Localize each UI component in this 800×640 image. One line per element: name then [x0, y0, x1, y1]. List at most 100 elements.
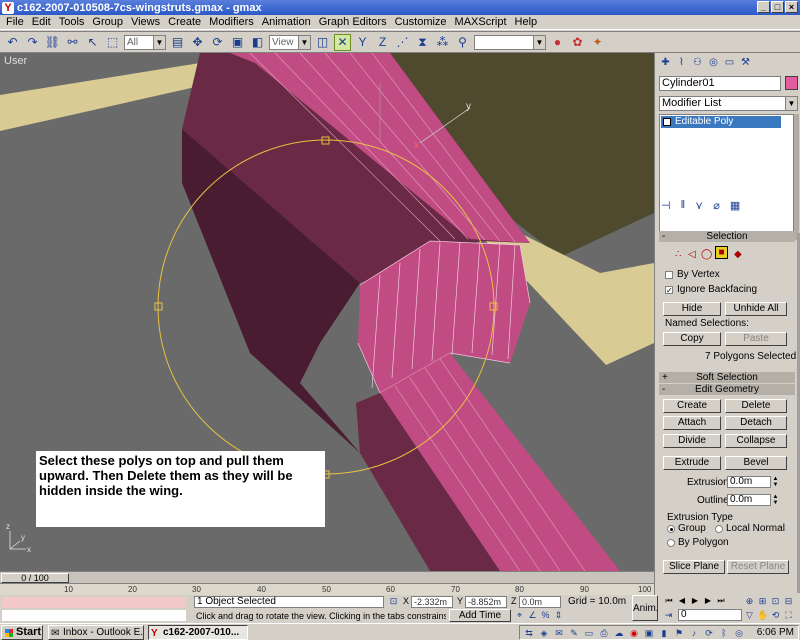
extrude-button[interactable]: Extrude	[663, 456, 721, 470]
select-link-icon[interactable]: ⛓	[44, 34, 61, 51]
slice-plane-button[interactable]: Slice Plane	[663, 560, 725, 574]
motion-tab-icon[interactable]: ◎	[707, 56, 720, 69]
tray-globe-icon[interactable]: ◎	[733, 627, 745, 639]
material-editor-icon[interactable]: ●	[549, 34, 566, 51]
z-coord-field[interactable]: 0.0m	[519, 596, 561, 608]
scale-icon[interactable]: ▣	[229, 34, 246, 51]
snap-toggle-icon[interactable]: ⌖	[514, 610, 525, 621]
select-region-icon[interactable]: ⬚	[104, 34, 121, 51]
by-vertex-checkbox[interactable]	[665, 271, 673, 279]
maxscript-listener-output[interactable]	[2, 597, 186, 608]
y-coord-field[interactable]: -8.852m	[465, 596, 507, 608]
percent-snap-icon[interactable]: %	[540, 610, 551, 621]
menu-modifiers[interactable]: Modifiers	[205, 16, 258, 28]
viewport-user[interactable]: y x z x y User Select these polys on top…	[0, 53, 654, 571]
tray-security-icon[interactable]: ⚑	[673, 627, 685, 639]
stack-scrollbar[interactable]	[794, 114, 799, 240]
object-name-field[interactable]: Cylinder01	[659, 76, 781, 91]
menu-views[interactable]: Views	[127, 16, 164, 28]
add-time-tag-button[interactable]: Add Time Tag	[449, 609, 511, 633]
maxscript-listener-input[interactable]	[2, 610, 186, 621]
configure-sets-icon[interactable]: ▦	[730, 199, 740, 212]
menu-tools[interactable]: Tools	[55, 16, 89, 28]
copy-button[interactable]: Copy	[663, 332, 721, 346]
play-icon[interactable]: ▶	[689, 595, 701, 607]
goto-start-icon[interactable]: ⏮	[663, 595, 675, 607]
attach-button[interactable]: Attach	[663, 416, 721, 430]
quick-render-icon[interactable]: ✦	[589, 34, 606, 51]
goto-end-icon[interactable]: ⏭	[715, 595, 727, 607]
minimize-button[interactable]: _	[757, 1, 770, 13]
group-radio[interactable]	[667, 525, 675, 533]
utilities-tab-icon[interactable]: ⚒	[739, 56, 752, 69]
menu-help[interactable]: Help	[511, 16, 542, 28]
pin-stack-icon[interactable]: ⊣	[661, 199, 671, 212]
zoom-extents-icon[interactable]: ⊡	[770, 596, 781, 607]
unlink-icon[interactable]: ⚯	[64, 34, 81, 51]
constrain-xy-icon[interactable]: ✕	[334, 33, 351, 51]
outline-spinner-icon[interactable]: ▲ ▼	[772, 494, 779, 506]
edit-geometry-rollout-header[interactable]: - Edit Geometry	[659, 384, 795, 395]
field-of-view-icon[interactable]: ▽	[744, 610, 755, 621]
unhide-all-button[interactable]: Unhide All	[725, 302, 787, 316]
tray-shield-icon[interactable]: ◈	[538, 627, 550, 639]
animate-button[interactable]: Anim.	[632, 595, 659, 621]
mirror-icon[interactable]: ⧗	[414, 34, 431, 51]
create-button[interactable]: Create	[663, 399, 721, 413]
redo-icon[interactable]: ↷	[24, 34, 41, 51]
paste-button[interactable]: Paste	[725, 332, 787, 346]
edge-mode-icon[interactable]: ◁	[688, 249, 696, 260]
move-icon[interactable]: ✥	[189, 34, 206, 51]
stack-item-editable-poly[interactable]: Editable Poly	[661, 116, 781, 128]
ignore-backfacing-checkbox[interactable]: ✓	[665, 286, 673, 295]
angle-snap-icon[interactable]: ∠	[527, 610, 538, 621]
outline-field[interactable]: 0.0m	[727, 494, 771, 506]
array-icon[interactable]: ⁂	[434, 34, 451, 51]
vertex-mode-icon[interactable]: ∴	[675, 249, 681, 260]
spinner-snap-icon[interactable]: ⇕	[553, 610, 564, 621]
reset-plane-button[interactable]: Reset Plane	[727, 560, 789, 574]
tray-printer-icon[interactable]: ⎙	[598, 627, 610, 639]
zoom-extents-all-icon[interactable]: ⊟	[783, 596, 794, 607]
select-by-name-icon[interactable]: ▤	[169, 34, 186, 51]
menu-create[interactable]: Create	[164, 16, 205, 28]
render-icon[interactable]: ✿	[569, 34, 586, 51]
show-end-result-icon[interactable]: ‖	[681, 199, 686, 212]
next-frame-icon[interactable]: ▶	[702, 595, 714, 607]
select-object-icon[interactable]: ↖	[84, 34, 101, 51]
modify-tab-icon[interactable]: ⌇	[675, 56, 688, 69]
local-normal-radio[interactable]	[715, 525, 723, 533]
delete-button[interactable]: Delete	[725, 399, 787, 413]
selection-rollout-header[interactable]: - Selection	[659, 231, 795, 242]
tray-folder-icon[interactable]: ▭	[583, 627, 595, 639]
menu-edit[interactable]: Edit	[28, 16, 55, 28]
menu-customize[interactable]: Customize	[391, 16, 451, 28]
object-color-swatch[interactable]	[785, 76, 798, 90]
extrusion-field[interactable]: 0.0m	[727, 476, 771, 488]
named-selection-dropdown[interactable]: ▼	[474, 34, 546, 50]
collapse-button[interactable]: Collapse	[725, 434, 787, 448]
constrain-plane-icon[interactable]: ⋰	[394, 34, 411, 51]
modifier-list-dropdown[interactable]: Modifier List ▼	[659, 96, 798, 111]
soft-selection-rollout-header[interactable]: + Soft Selection	[659, 372, 795, 383]
create-tab-icon[interactable]: ✚	[659, 56, 672, 69]
tray-mail-icon[interactable]: ✉	[553, 627, 565, 639]
menu-group[interactable]: Group	[88, 16, 127, 28]
polygon-mode-icon[interactable]: ■	[715, 246, 728, 259]
undo-icon[interactable]: ↶	[4, 34, 21, 51]
zoom-icon[interactable]: ⊕	[744, 596, 755, 607]
pan-icon[interactable]: ✋	[757, 610, 768, 621]
hierarchy-tab-icon[interactable]: ⚇	[691, 56, 704, 69]
current-frame-field[interactable]: 0	[678, 609, 742, 621]
remove-modifier-icon[interactable]: ⌀	[713, 199, 720, 212]
make-unique-icon[interactable]: ⋎	[695, 199, 703, 212]
divide-button[interactable]: Divide	[663, 434, 721, 448]
start-button[interactable]: Start	[1, 625, 43, 640]
viewport-label[interactable]: User	[4, 55, 27, 67]
hide-button[interactable]: Hide	[663, 302, 721, 316]
zoom-all-icon[interactable]: ⊞	[757, 596, 768, 607]
maximize-viewport-icon[interactable]: ⛶	[783, 610, 794, 621]
close-button[interactable]: ×	[785, 1, 798, 13]
tray-update-icon[interactable]: ⟳	[703, 627, 715, 639]
selection-filter-dropdown[interactable]: All ▼	[124, 34, 166, 50]
